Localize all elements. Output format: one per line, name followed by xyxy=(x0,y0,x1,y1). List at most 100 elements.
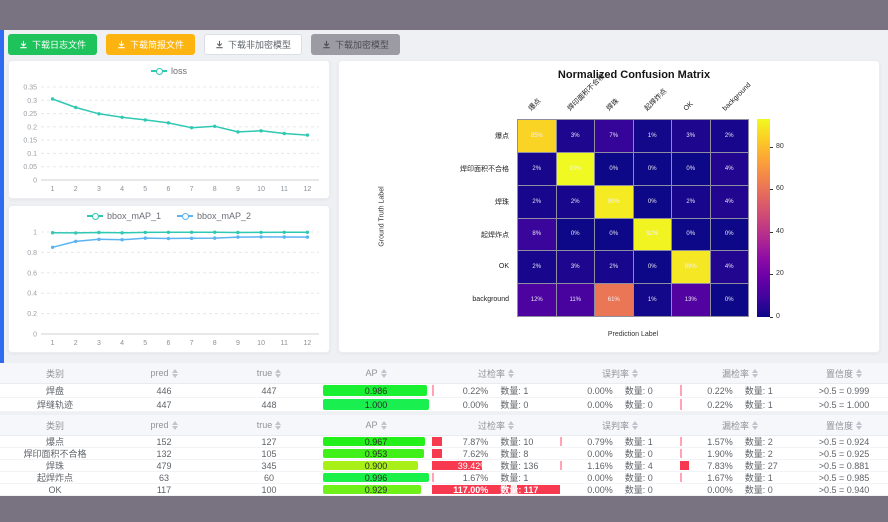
col-header-pred[interactable]: pred xyxy=(110,363,218,383)
cell-misjudge: 0.00%数量: 0 xyxy=(560,484,680,495)
svg-text:2: 2 xyxy=(74,340,78,347)
cell-confidence: >0.5 = 0.985 xyxy=(800,472,888,483)
sort-icon[interactable] xyxy=(275,421,281,430)
cell-overkill: 7.62%数量: 8 xyxy=(432,448,560,459)
legend-item-bbox_mAP_1[interactable]: bbox_mAP_1 xyxy=(87,211,161,221)
ap-value: 0.953 xyxy=(320,448,432,459)
legend-ring xyxy=(182,213,189,220)
misjudge-count: 数量: 4 xyxy=(613,460,680,471)
cell-overkill: 0.00%数量: 0 xyxy=(432,398,560,411)
col-header-label: pred xyxy=(150,420,168,430)
misjudge-percent: 1.16% xyxy=(560,461,613,471)
colorbar-tick xyxy=(770,317,773,318)
cell-ap: 0.953 xyxy=(320,448,432,459)
sort-icon[interactable] xyxy=(632,421,638,430)
sort-down-icon xyxy=(856,374,862,378)
download-report-label: 下载简报文件 xyxy=(130,38,184,51)
sort-icon[interactable] xyxy=(508,369,514,378)
matrix-cell: 1% xyxy=(634,120,672,152)
svg-text:1: 1 xyxy=(51,186,55,193)
matrix-cell: 2% xyxy=(557,186,595,218)
col-header-过检率[interactable]: 过检率 xyxy=(432,415,560,435)
sort-down-icon xyxy=(508,426,514,430)
cell-true: 448 xyxy=(218,398,320,411)
cell-miss: 1.90%数量: 2 xyxy=(680,448,800,459)
col-header-过检率[interactable]: 过检率 xyxy=(432,363,560,383)
sort-up-icon xyxy=(752,369,758,373)
cell-miss: 0.22%数量: 1 xyxy=(680,384,800,397)
miss-count: 数量: 1 xyxy=(733,472,800,483)
sort-down-icon xyxy=(275,374,281,378)
download-encrypted-model-label: 下载加密模型 xyxy=(335,38,389,51)
col-header-误判率[interactable]: 误判率 xyxy=(560,415,680,435)
svg-text:6: 6 xyxy=(166,340,170,347)
sort-icon[interactable] xyxy=(752,369,758,378)
cell-overkill: 39.42%数量: 136 xyxy=(432,460,560,471)
sort-icon[interactable] xyxy=(508,421,514,430)
sort-icon[interactable] xyxy=(752,421,758,430)
table-header-row: 类别 pred true AP 过检率误判率漏检率 置信度 xyxy=(0,415,888,436)
matrix-row-label: OK xyxy=(359,263,509,270)
sort-icon[interactable] xyxy=(172,421,178,430)
sort-icon[interactable] xyxy=(856,421,862,430)
legend-item-loss[interactable]: loss xyxy=(151,66,187,76)
cell-pred: 446 xyxy=(110,384,218,397)
sort-down-icon xyxy=(508,374,514,378)
col-header-label: AP xyxy=(365,420,377,430)
col-header-label: 误判率 xyxy=(602,367,629,380)
col-header-true[interactable]: true xyxy=(218,415,320,435)
miss-count: 数量: 2 xyxy=(733,436,800,447)
legend-item-bbox_mAP_2[interactable]: bbox_mAP_2 xyxy=(177,211,251,221)
misjudge-count: 数量: 0 xyxy=(613,472,680,483)
sort-icon[interactable] xyxy=(856,369,862,378)
matrix-cell: 13% xyxy=(672,284,710,316)
col-header-AP[interactable]: AP xyxy=(320,363,432,383)
matrix-cell: 2% xyxy=(711,120,749,152)
sort-up-icon xyxy=(508,421,514,425)
svg-text:0.3: 0.3 xyxy=(27,98,37,105)
ap-value: 0.967 xyxy=(320,436,432,447)
svg-text:10: 10 xyxy=(257,340,265,347)
download-plain-model-button[interactable]: 下载非加密模型 xyxy=(204,34,302,55)
matrix-row-label: background xyxy=(359,296,509,303)
col-header-误判率[interactable]: 误判率 xyxy=(560,363,680,383)
cell-miss: 1.67%数量: 1 xyxy=(680,472,800,483)
download-encrypted-model-button[interactable]: 下载加密模型 xyxy=(311,34,400,55)
download-icon xyxy=(19,40,28,49)
sort-icon[interactable] xyxy=(381,421,387,430)
col-header-pred[interactable]: pred xyxy=(110,415,218,435)
col-header-category: 类别 xyxy=(0,415,110,435)
cell-confidence: >0.5 = 0.881 xyxy=(800,460,888,471)
col-header-label: true xyxy=(257,368,273,378)
matrix-cell: 90% xyxy=(595,186,633,218)
download-log-button[interactable]: 下载日志文件 xyxy=(8,34,97,55)
miss-percent: 7.83% xyxy=(680,461,733,471)
matrix-col-label: 焊珠 xyxy=(605,97,622,114)
col-header-label: 类别 xyxy=(46,367,64,380)
sort-icon[interactable] xyxy=(275,369,281,378)
col-header-true[interactable]: true xyxy=(218,363,320,383)
svg-text:9: 9 xyxy=(236,186,240,193)
matrix-cell: 4% xyxy=(711,251,749,283)
col-header-漏检率[interactable]: 漏检率 xyxy=(680,363,800,383)
cell-category: 焊印面积不合格 xyxy=(0,448,110,459)
download-report-button[interactable]: 下载简报文件 xyxy=(106,34,195,55)
svg-text:8: 8 xyxy=(213,186,217,193)
sort-icon[interactable] xyxy=(632,369,638,378)
col-header-AP[interactable]: AP xyxy=(320,415,432,435)
matrix-cell: 0% xyxy=(672,219,710,251)
colorbar-tick xyxy=(770,189,773,190)
sort-icon[interactable] xyxy=(381,369,387,378)
col-header-漏检率[interactable]: 漏检率 xyxy=(680,415,800,435)
matrix-cell: 1% xyxy=(634,284,672,316)
col-header-置信度[interactable]: 置信度 xyxy=(800,363,888,383)
svg-text:0.1: 0.1 xyxy=(27,151,37,158)
col-header-label: pred xyxy=(150,368,168,378)
per-class-table: 类别predtrueAP过检率误判率漏检率置信度爆点1521270.9677.8… xyxy=(0,415,888,496)
colorbar-tick-label: 0 xyxy=(776,313,780,320)
col-header-置信度[interactable]: 置信度 xyxy=(800,415,888,435)
sort-icon[interactable] xyxy=(172,369,178,378)
col-header-label: 置信度 xyxy=(826,419,853,432)
overkill-count: 数量: 136 xyxy=(488,460,560,471)
misjudge-percent: 0.00% xyxy=(560,386,613,396)
